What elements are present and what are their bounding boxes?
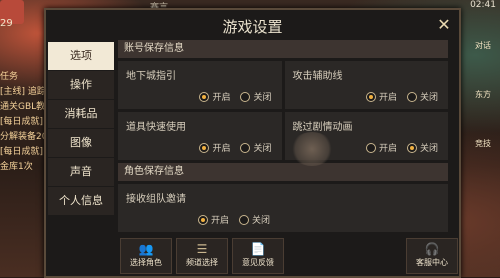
radio-off[interactable]: 关闭 (239, 213, 270, 226)
setting-label: 道具快速使用 (126, 122, 186, 133)
guild-emblem-icon (290, 132, 334, 166)
radio-on[interactable]: 开启 (365, 90, 397, 103)
radio-checked-icon (199, 91, 210, 102)
hud-right: 对话 东方 竞技 (466, 40, 500, 187)
radio-label: 关闭 (419, 93, 438, 103)
headset-icon: 🎧 (424, 242, 440, 256)
status-time: 02:41 (470, 0, 496, 10)
radio-off[interactable]: 关闭 (240, 90, 272, 103)
settings-dialog: 游戏设置 ✕ 选项 操作 消耗品 图像 声音 个人信息 账号保存信息 地下城指引… (44, 8, 461, 278)
tab-options[interactable]: 选项 (48, 42, 114, 70)
radio-unchecked-icon (365, 142, 376, 153)
radio-label: 开启 (212, 144, 231, 154)
radio-label: 关闭 (253, 93, 272, 103)
tab-graphics[interactable]: 图像 (48, 129, 114, 157)
setting-dungeon-guide: 地下城指引 开启 关闭 (118, 61, 282, 109)
radio-unchecked-icon (240, 91, 251, 102)
radio-checked-icon (198, 214, 208, 225)
button-label: 客服中心 (416, 258, 448, 267)
hud-right-label[interactable]: 东方 (466, 89, 500, 100)
setting-label: 地下城指引 (126, 71, 176, 82)
radio-label: 关闭 (253, 144, 272, 154)
settings-content: 账号保存信息 地下城指引 开启 关闭 攻击辅助线 开启 关闭 道具快速使用 开启 (118, 40, 448, 232)
setting-party-invite: 接收组队邀请 开启 关闭 (118, 184, 448, 232)
button-label: 频道选择 (186, 258, 218, 267)
setting-quick-item: 道具快速使用 开启 关闭 (118, 112, 282, 160)
tab-sound[interactable]: 声音 (48, 158, 114, 186)
section-title-account: 账号保存信息 (118, 40, 448, 58)
radio-label: 开启 (378, 93, 397, 103)
radio-label: 关闭 (419, 144, 438, 154)
tab-personal-info[interactable]: 个人信息 (48, 187, 114, 215)
radio-unchecked-icon (239, 214, 250, 225)
player-level: 29 (0, 18, 13, 29)
setting-label: 攻击辅助线 (292, 71, 343, 82)
radio-off[interactable]: 关闭 (406, 141, 438, 154)
feedback-button[interactable]: 📄 意见反馈 (232, 238, 284, 274)
hud-right-label[interactable]: 竞技 (466, 138, 500, 149)
radio-off[interactable]: 关闭 (406, 90, 438, 103)
hud-right-label[interactable]: 对话 (466, 40, 500, 51)
radio-off[interactable]: 关闭 (240, 141, 272, 154)
setting-attack-assist: 攻击辅助线 开启 关闭 (284, 61, 448, 109)
close-icon[interactable]: ✕ (435, 16, 453, 34)
radio-on[interactable]: 开启 (199, 141, 230, 154)
section-title-role: 角色保存信息 (118, 163, 448, 181)
list-icon: ☰ (196, 242, 208, 256)
radio-label: 开启 (378, 144, 397, 154)
radio-unchecked-icon (240, 142, 251, 153)
radio-on[interactable]: 开启 (365, 141, 397, 154)
dialog-title: 游戏设置 (222, 18, 283, 36)
bottom-bar: 👥 选择角色 ☰ 频道选择 📄 意见反馈 🎧 客服中心 (116, 238, 458, 274)
radio-on[interactable]: 开启 (198, 213, 229, 226)
radio-unchecked-icon (406, 91, 417, 102)
button-label: 意见反馈 (242, 258, 274, 267)
radio-checked-icon (199, 142, 210, 153)
service-center-button[interactable]: 🎧 客服中心 (406, 238, 458, 274)
radio-label: 关闭 (252, 216, 271, 226)
people-icon: 👥 (138, 242, 154, 256)
settings-tabs: 选项 操作 消耗品 图像 声音 个人信息 (48, 42, 114, 216)
setting-label: 接收组队邀请 (126, 194, 186, 205)
radio-on[interactable]: 开启 (199, 90, 230, 103)
setting-label: 跳过剧情动画 (292, 122, 353, 133)
radio-checked-icon (406, 142, 417, 153)
document-icon: 📄 (250, 242, 266, 256)
tab-controls[interactable]: 操作 (48, 71, 114, 99)
hud-left: 29 任务 [主线] 追踪要 通关GBL教呀 [每日成就] 分解装备20次 [每… (0, 0, 56, 277)
button-label: 选择角色 (130, 258, 162, 267)
radio-label: 开启 (211, 216, 230, 226)
tab-consumables[interactable]: 消耗品 (48, 100, 114, 128)
radio-checked-icon (365, 91, 376, 102)
select-role-button[interactable]: 👥 选择角色 (120, 238, 172, 274)
channel-select-button[interactable]: ☰ 频道选择 (176, 238, 228, 274)
radio-label: 开启 (212, 93, 231, 103)
